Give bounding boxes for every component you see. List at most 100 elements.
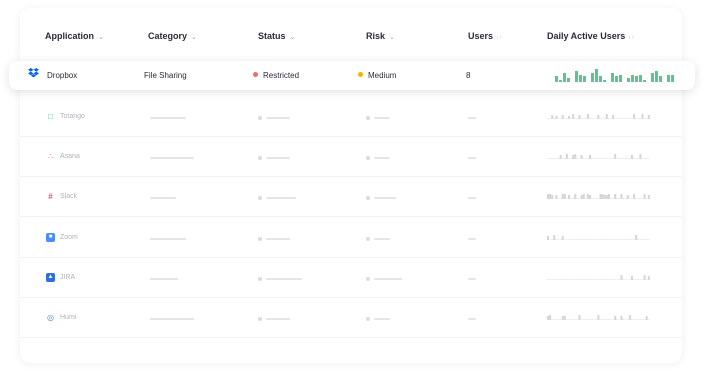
sparkline-bar	[605, 239, 608, 240]
sparkline-bar	[610, 239, 612, 240]
column-header-application[interactable]: Application ⌄	[45, 31, 104, 41]
sparkline-bar	[647, 239, 650, 240]
sparkline-bar	[574, 118, 576, 119]
sparkline-bar	[599, 118, 602, 119]
sparkline-bar	[555, 158, 557, 159]
sparkline-bar	[622, 279, 625, 280]
table-row-featured[interactable]: Dropbox File Sharing Restricted Medium 8	[9, 61, 695, 90]
sparkline-bar	[549, 118, 551, 119]
sparkline-bar	[618, 319, 620, 320]
sparkline-bar	[586, 319, 589, 320]
sparkline-bar	[614, 194, 617, 199]
sparkline-bar	[620, 316, 623, 320]
sparkline-bar	[591, 198, 593, 199]
sparkline-bar	[589, 118, 591, 119]
sparkline-bar	[565, 118, 568, 119]
sparkline-bar	[578, 198, 581, 199]
sparkline-bar	[597, 239, 599, 240]
column-header-daily-active-users[interactable]: Daily Active Users ↓↑	[547, 31, 634, 41]
status-dot	[258, 277, 262, 281]
sparkline-bar	[591, 239, 593, 240]
sparkline-bar	[626, 239, 629, 240]
column-header-status[interactable]: Status ⌄	[258, 31, 295, 41]
sparkline-bar	[655, 71, 658, 82]
sparkline-bar	[643, 319, 646, 320]
sparkline-bar	[597, 279, 599, 280]
sparkline-bar	[583, 76, 586, 82]
sparkline-bar	[647, 319, 650, 320]
sparkline-bar	[572, 198, 574, 199]
sparkline-bar	[618, 198, 620, 199]
app-name: Totango	[60, 113, 85, 120]
column-header-users[interactable]: Users ↓↑	[468, 31, 502, 41]
sparkline-bar	[615, 76, 618, 82]
sparkline-bar	[610, 158, 612, 159]
sparkline-bar	[547, 158, 549, 159]
daily-active-users-sparkline	[547, 235, 650, 240]
risk-placeholder	[374, 238, 390, 240]
sparkline-bar	[626, 158, 629, 159]
column-header-risk[interactable]: Risk ⌄	[366, 31, 395, 41]
sparkline-bar	[605, 319, 608, 320]
sparkline-bar	[601, 194, 604, 199]
app-name: Slack	[60, 193, 78, 200]
sparkline-bar	[631, 75, 634, 82]
sparkline-bar	[578, 158, 581, 159]
sparkline-bar	[618, 239, 620, 240]
risk-placeholder	[374, 318, 390, 320]
sparkline-bar	[591, 73, 594, 82]
sparkline-bar	[610, 279, 612, 280]
column-header-category[interactable]: Category ⌄	[148, 31, 197, 41]
sparkline-bar	[622, 158, 625, 159]
sparkline-bar	[559, 155, 562, 159]
sparkline-bar	[591, 319, 593, 320]
sparkline-bar	[595, 198, 597, 199]
sparkline-bar	[622, 198, 625, 199]
sparkline-bar	[563, 118, 566, 119]
status-placeholder	[266, 278, 302, 280]
status-dot	[253, 72, 258, 77]
status-dot	[258, 116, 262, 120]
sparkline-bar	[555, 319, 557, 320]
sparkline-bar	[618, 158, 620, 159]
sparkline-bar	[620, 118, 623, 119]
sparkline-bar	[584, 239, 587, 240]
row-divider	[20, 216, 682, 217]
sparkline-bar	[635, 319, 637, 320]
sparkline-bar	[619, 75, 622, 82]
sparkline-bar	[639, 118, 641, 119]
sparkline-bar	[618, 279, 620, 280]
sparkline-bar	[637, 158, 639, 159]
sparkline-bar	[647, 276, 650, 280]
sparkline-bar	[607, 239, 610, 240]
daily-active-users-sparkline	[547, 154, 650, 159]
risk-dot	[366, 116, 370, 120]
sparkline-bar	[601, 239, 604, 240]
sparkline-bar	[586, 194, 589, 199]
sparkline-bar	[599, 194, 602, 199]
sparkline-bar	[584, 198, 587, 199]
sparkline-bar	[620, 275, 623, 280]
sparkline-bar	[620, 158, 623, 159]
totango-icon: □	[48, 112, 53, 121]
sparkline-bar	[614, 239, 616, 240]
sparkline-bar	[631, 198, 633, 199]
sparkline-bar	[645, 279, 648, 280]
sparkline-bar	[593, 279, 595, 280]
sparkline-bar	[643, 275, 646, 280]
risk-dot	[358, 72, 363, 77]
sparkline-bar	[601, 158, 604, 159]
risk-dot	[366, 237, 370, 241]
sparkline-bar	[601, 319, 604, 320]
sparkline-bar	[563, 316, 566, 320]
sparkline-bar	[645, 316, 648, 320]
sparkline-bar	[553, 118, 555, 119]
sparkline-bar	[555, 279, 557, 280]
sparkline-bar	[641, 158, 644, 159]
sparkline-bar	[580, 239, 583, 240]
sparkline-bar	[659, 76, 662, 82]
sparkline-bar	[549, 158, 551, 159]
sparkline-bar	[589, 279, 591, 280]
risk-placeholder	[374, 117, 390, 119]
sparkline-bar	[555, 195, 558, 199]
